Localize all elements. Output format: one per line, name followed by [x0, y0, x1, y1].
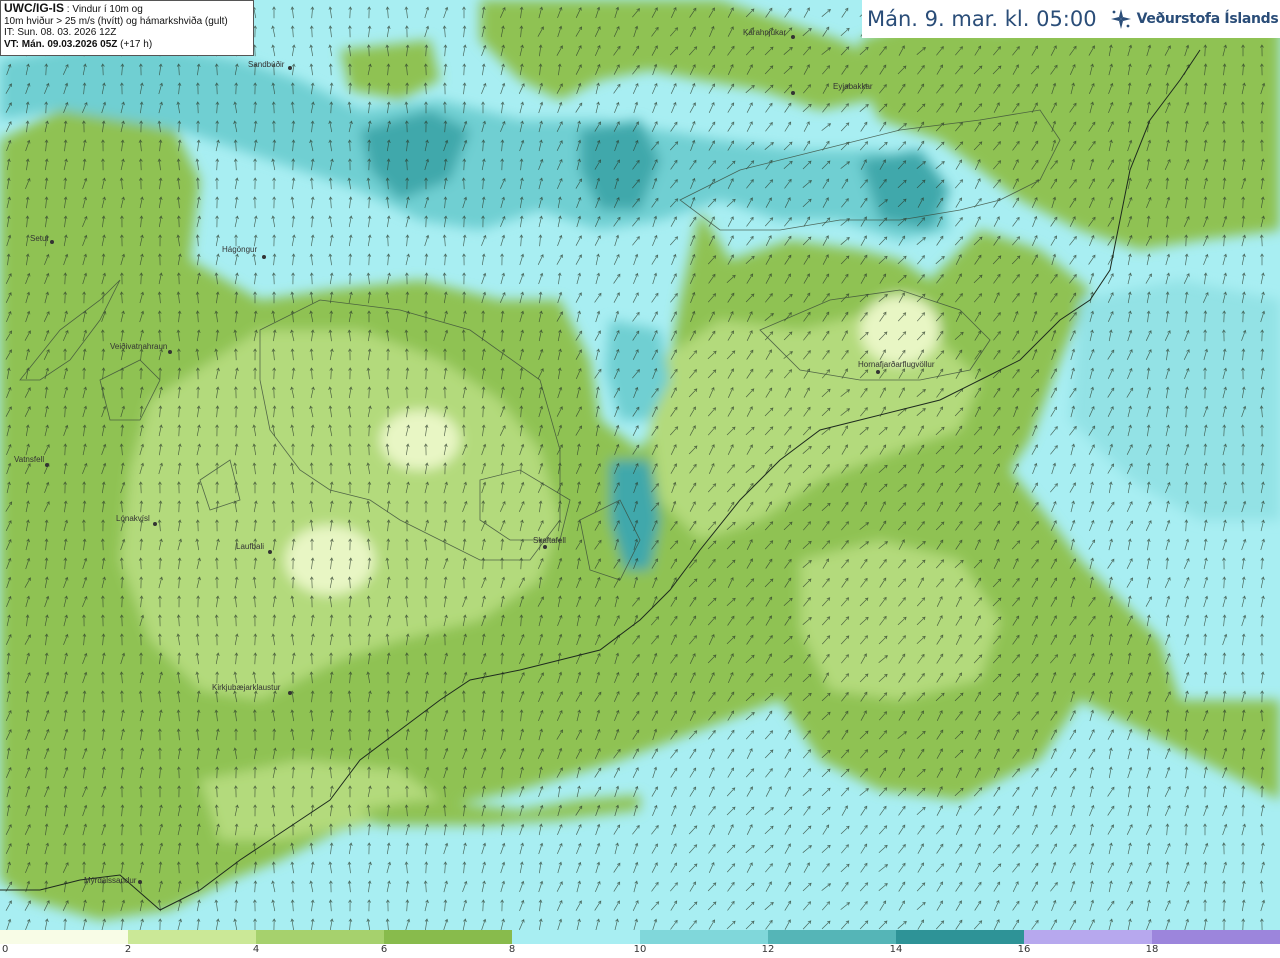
legend-tick-label: 18 — [1145, 944, 1159, 955]
wind-speed-legend: 0 2 4 6 8 10 12 14 16 18 — [0, 930, 1280, 958]
place-marker — [288, 66, 292, 70]
place-marker — [876, 370, 880, 374]
place-marker — [268, 550, 272, 554]
legend-tick-label: 16 — [1017, 944, 1031, 955]
legend-swatch — [384, 930, 512, 944]
place-marker — [50, 240, 54, 244]
legend-swatch — [256, 930, 384, 944]
legend-swatch — [768, 930, 896, 944]
legend-swatch — [0, 930, 128, 944]
legend-color-bar — [0, 930, 1280, 944]
place-label: Mýrdalssandur — [84, 876, 137, 885]
place-marker — [138, 880, 142, 884]
legend-tick-label: 14 — [889, 944, 903, 955]
place-marker — [543, 545, 547, 549]
vedurstofa-logo[interactable]: Veðurstofa Íslands — [1109, 7, 1279, 31]
place-marker — [288, 691, 292, 695]
legend-tick-label: 6 — [380, 944, 388, 955]
legend-tick-label: 0 — [2, 944, 9, 955]
place-marker — [168, 350, 172, 354]
place-label: Lónakvísl — [116, 514, 150, 523]
place-label: Sandbúðir — [248, 60, 285, 69]
title-box: Mán. 9. mar. kl. 05:00 Veðurstofa Ísland… — [862, 0, 1280, 38]
legend-tick-label: 2 — [124, 944, 132, 955]
legend-swatch — [512, 930, 640, 944]
place-label: Hornafjarðarflugvöllur — [858, 360, 935, 369]
place-marker — [45, 463, 49, 467]
legend-swatch — [1024, 930, 1152, 944]
legend-swatch — [896, 930, 1024, 944]
place-label: Kirkjubæjarklaustur — [212, 683, 281, 692]
model-name: UWC/IG-IS — [4, 1, 64, 15]
model-desc-line2: 10m hviður > 25 m/s (hvítt) og hámarkshv… — [4, 15, 228, 27]
legend-tick-label: 4 — [252, 944, 260, 955]
place-marker — [791, 35, 795, 39]
place-label: Veiðivatnahraun — [110, 342, 168, 351]
place-marker — [153, 522, 157, 526]
valid-offset: (+17 h) — [117, 38, 153, 50]
legend-swatch — [1152, 930, 1280, 944]
place-label: Skaftafell — [533, 536, 566, 545]
wind-map — [0, 0, 1280, 930]
place-marker — [791, 91, 795, 95]
model-info-box: UWC/IG-IS : Vindur í 10m og 10m hviður >… — [0, 0, 254, 56]
legend-tick-label: 8 — [508, 944, 516, 955]
place-label: Hágöngur — [222, 245, 258, 254]
legend-swatch — [128, 930, 256, 944]
place-marker — [262, 255, 266, 259]
place-label: Laufbali — [236, 542, 265, 551]
legend-swatch — [640, 930, 768, 944]
valid-time: VT: Mán. 09.03.2026 05Z — [4, 38, 118, 50]
legend-tick-label: 10 — [633, 944, 647, 955]
vedurstofa-logo-icon — [1110, 9, 1131, 29]
initial-time: IT: Sun. 08. 03. 2026 12Z — [4, 27, 117, 38]
legend-tick-label: 12 — [761, 944, 775, 955]
forecast-time-title: Mán. 9. mar. kl. 05:00 — [867, 7, 1097, 31]
place-label: Vatnsfell — [14, 455, 45, 464]
vedurstofa-logo-text: Veðurstofa Íslands — [1136, 11, 1279, 27]
place-label: Eyjabakkar — [833, 82, 873, 91]
model-desc-line1: : Vindur í 10m og — [64, 4, 143, 15]
place-label: Setur — [30, 234, 50, 243]
place-label: Kárahnjúkar — [743, 28, 787, 37]
